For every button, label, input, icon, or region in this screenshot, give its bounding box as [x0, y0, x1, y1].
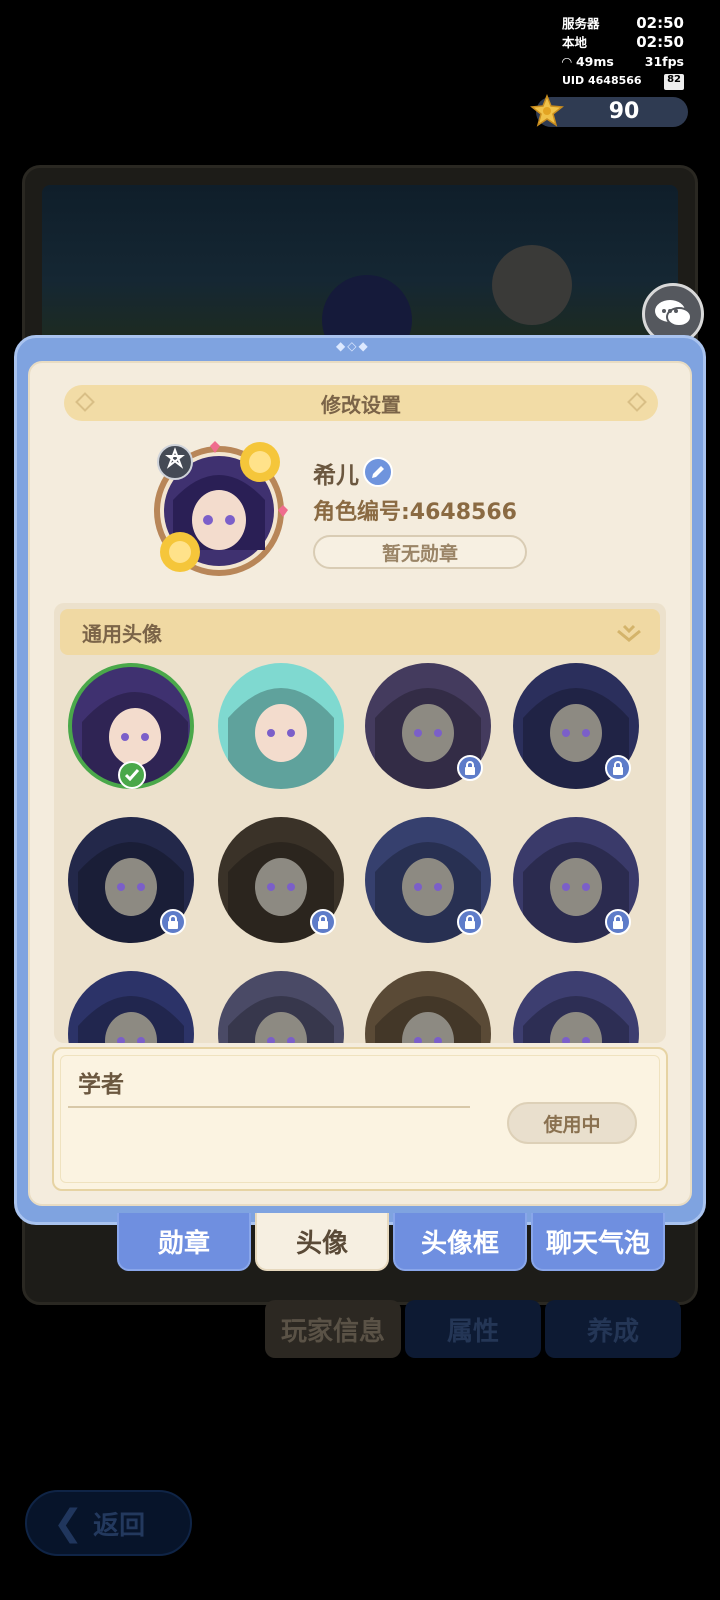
- back-label: 返回: [93, 1510, 146, 1541]
- lock-icon: [605, 909, 631, 935]
- avatar-section: 通用头像: [54, 603, 666, 1043]
- avatar-option[interactable]: [218, 663, 344, 789]
- status-hud: 服务器 02:50 本地 02:50 ◠ 49ms 31fps UID 4648566…: [562, 14, 684, 90]
- divider: [68, 1106, 470, 1108]
- dialog-title-bar: 修改设置: [64, 385, 658, 421]
- tab-badges[interactable]: 勋章: [117, 1213, 251, 1271]
- player-id: 角色编号:4648566: [313, 500, 517, 525]
- avatar-option[interactable]: [513, 971, 639, 1043]
- lock-icon: [160, 909, 186, 935]
- diamond-ornament-icon: [75, 392, 95, 412]
- tab-chat-bubble[interactable]: 聊天气泡: [531, 1213, 665, 1271]
- fps-readout: 31fps: [644, 54, 684, 69]
- battery-icon: 82: [664, 74, 684, 90]
- lock-icon: [457, 909, 483, 935]
- pencil-icon: [372, 466, 384, 478]
- collapse-chevron-icon: [617, 624, 641, 642]
- edit-name-button[interactable]: [363, 457, 393, 487]
- avatar-option[interactable]: [218, 971, 344, 1043]
- badge-status: 暂无勋章: [313, 535, 527, 569]
- background-tabs: 玩家信息 属性 养成: [265, 1300, 681, 1358]
- checkmark-icon: [118, 761, 146, 789]
- back-arrow-icon: ❮: [53, 1502, 84, 1544]
- star-coin-icon: [530, 94, 564, 127]
- dialog-title: 修改设置: [321, 392, 401, 417]
- profile-avatar[interactable]: [148, 440, 290, 582]
- dialog-tabs: 勋章 头像 头像框 聊天气泡: [117, 1213, 665, 1271]
- in-use-button[interactable]: 使用中: [507, 1102, 637, 1144]
- lock-icon: [605, 755, 631, 781]
- ping-readout: ◠ 49ms: [562, 54, 614, 69]
- selected-avatar-name: 学者: [78, 1072, 124, 1098]
- chat-bubble-icon: [655, 300, 692, 327]
- section-header[interactable]: 通用头像: [60, 609, 660, 655]
- dialog-ornament-icon: ◆◇◆: [336, 339, 370, 353]
- background-scene: [42, 185, 678, 345]
- bg-tab-attributes: 属性: [405, 1300, 541, 1358]
- uid-readout: UID 4648566: [562, 74, 642, 87]
- lock-icon: [457, 755, 483, 781]
- server-time: 02:50: [636, 14, 684, 32]
- local-label: 本地: [562, 35, 588, 50]
- tab-avatar[interactable]: 头像: [255, 1213, 389, 1271]
- server-label: 服务器: [562, 16, 600, 31]
- wifi-icon: ◠: [562, 54, 576, 69]
- avatar-option[interactable]: [365, 971, 491, 1043]
- player-name: 希儿: [313, 463, 359, 489]
- diamond-ornament-icon: [627, 392, 647, 412]
- local-time: 02:50: [636, 33, 684, 51]
- avatar-option[interactable]: [68, 971, 194, 1043]
- bg-tab-player-info: 玩家信息: [265, 1300, 401, 1358]
- tab-avatar-frame[interactable]: 头像框: [393, 1213, 527, 1271]
- lock-icon: [310, 909, 336, 935]
- bg-tab-growth: 养成: [545, 1300, 681, 1358]
- back-button[interactable]: ❮ 返回: [25, 1490, 192, 1556]
- section-title: 通用头像: [82, 621, 162, 646]
